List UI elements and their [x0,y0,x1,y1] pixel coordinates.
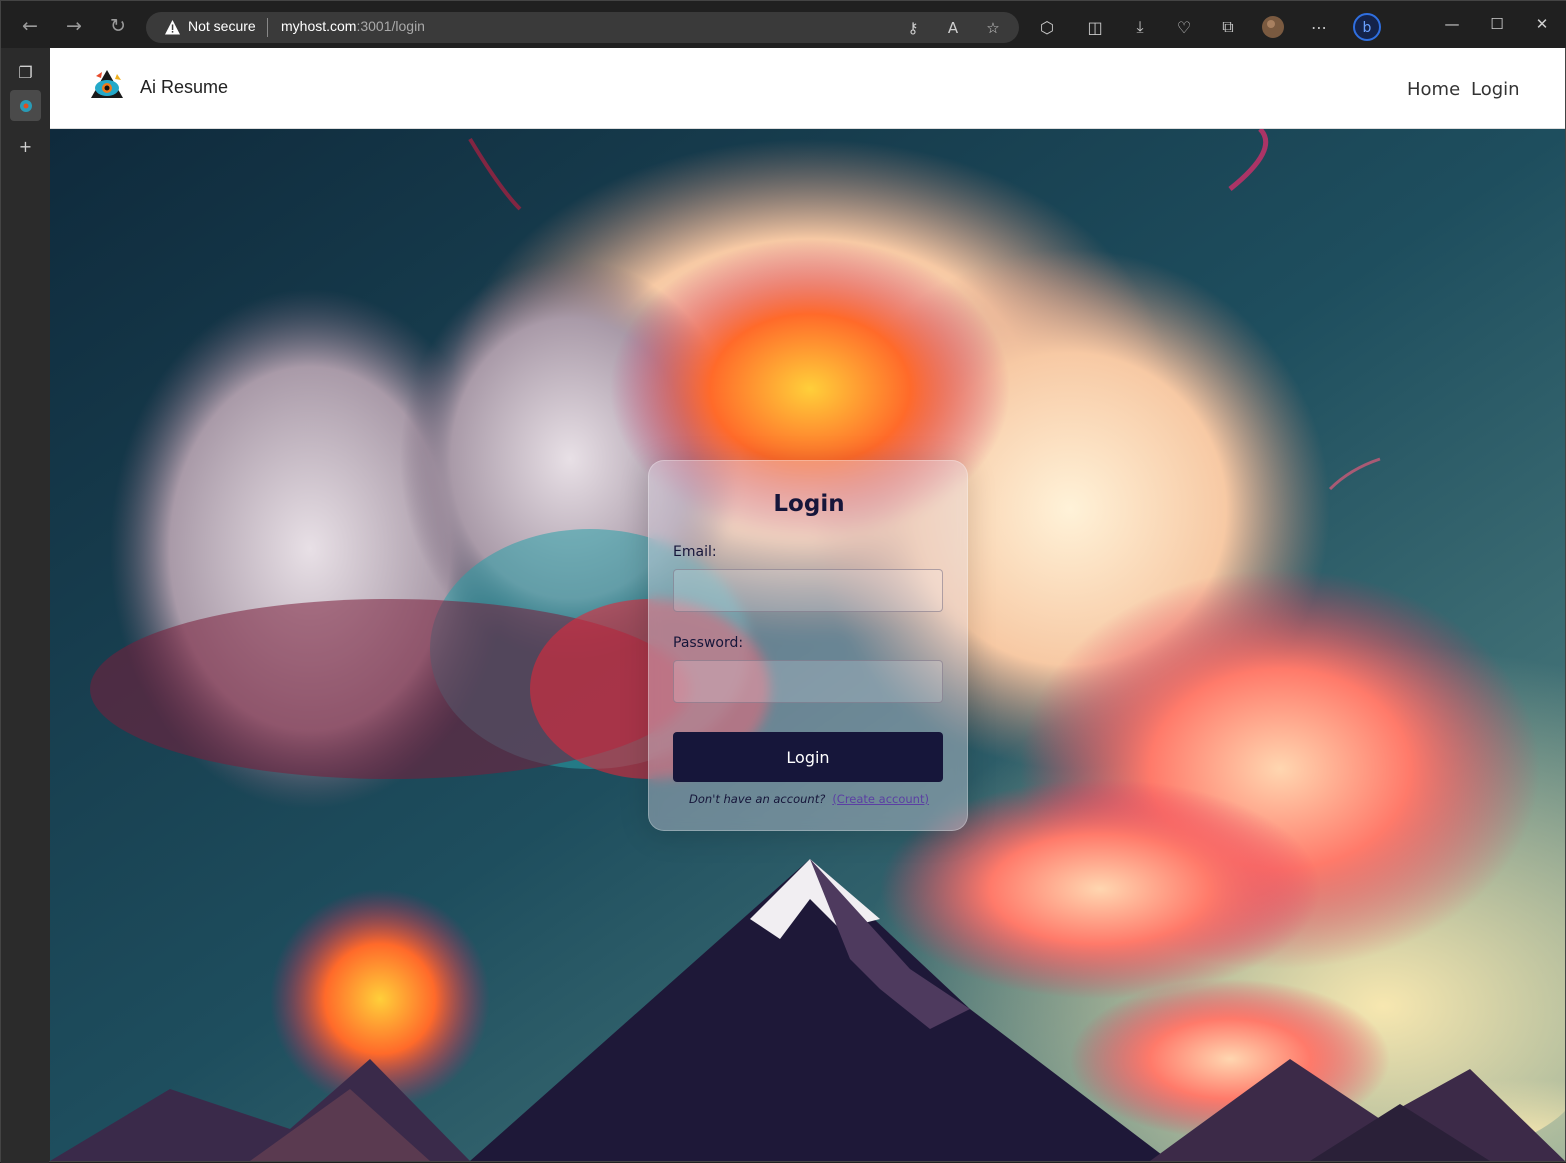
ai-resume-logo-icon[interactable] [88,68,126,106]
tab-actions-icon[interactable]: ❐ [10,57,41,88]
copilot-icon[interactable]: b [1352,12,1382,42]
new-tab-plus-icon[interactable]: + [10,131,41,162]
nav-home-link[interactable]: Home [1407,79,1460,100]
security-label[interactable]: Not secure [188,18,256,34]
vertical-tabs: ❐ + [1,48,49,1163]
password-label: Password: [673,635,744,651]
split-screen-icon[interactable]: ◫ [1082,14,1108,40]
url-host: myhost.com [281,18,357,34]
svg-text:b: b [1363,20,1372,36]
tab-ai-resume[interactable] [10,90,41,121]
email-label: Email: [673,544,717,560]
url-path: :3001/login [356,18,425,34]
site-header: Ai Resume Home Login [50,48,1565,129]
back-arrow-icon[interactable]: ← [15,11,45,41]
divider [267,18,268,37]
web-page: Ai Resume Home Login Login Email: Passwo… [50,48,1565,1161]
close-icon[interactable]: ✕ [1529,13,1555,35]
signup-prompt: Don't have an account? (Create account) [649,792,969,806]
collections-icon[interactable]: ⧉ [1215,14,1241,40]
address-bar[interactable]: Not secure myhost.com:3001/login ⚷ A ☆ [146,12,1019,43]
site-favicon-icon [19,99,32,112]
login-card: Login Email: Password: Login Don't have … [648,460,968,831]
login-title: Login [773,491,845,517]
no-account-text: Don't have an account? [689,792,826,806]
browser-window: ← → ↻ Not secure myhost.com:3001/login ⚷… [0,0,1566,1163]
browser-toolbar: ← → ↻ Not secure myhost.com:3001/login ⚷… [1,1,1566,48]
key-icon[interactable]: ⚷ [902,17,924,39]
warning-icon[interactable] [164,19,181,36]
health-icon[interactable]: ♡ [1171,14,1197,40]
nav-login-link[interactable]: Login [1471,79,1520,100]
extensions-icon[interactable]: ⬡ [1034,14,1060,40]
more-options-icon[interactable]: ⋯ [1306,14,1332,40]
minimize-icon[interactable]: — [1439,13,1465,35]
create-account-link[interactable]: (Create account) [832,792,929,806]
read-aloud-icon[interactable]: A [942,17,964,39]
password-field[interactable] [673,660,943,703]
brand-name[interactable]: Ai Resume [140,77,228,98]
favorite-star-icon[interactable]: ☆ [982,17,1004,39]
refresh-icon[interactable]: ↻ [103,11,133,41]
url-text[interactable]: myhost.com:3001/login [281,18,425,34]
email-field[interactable] [673,569,943,612]
forward-arrow-icon[interactable]: → [59,11,89,41]
profile-avatar[interactable] [1260,14,1286,40]
login-button[interactable]: Login [673,732,943,782]
maximize-icon[interactable]: ☐ [1484,13,1510,35]
downloads-icon[interactable]: ⤓ [1127,14,1153,40]
